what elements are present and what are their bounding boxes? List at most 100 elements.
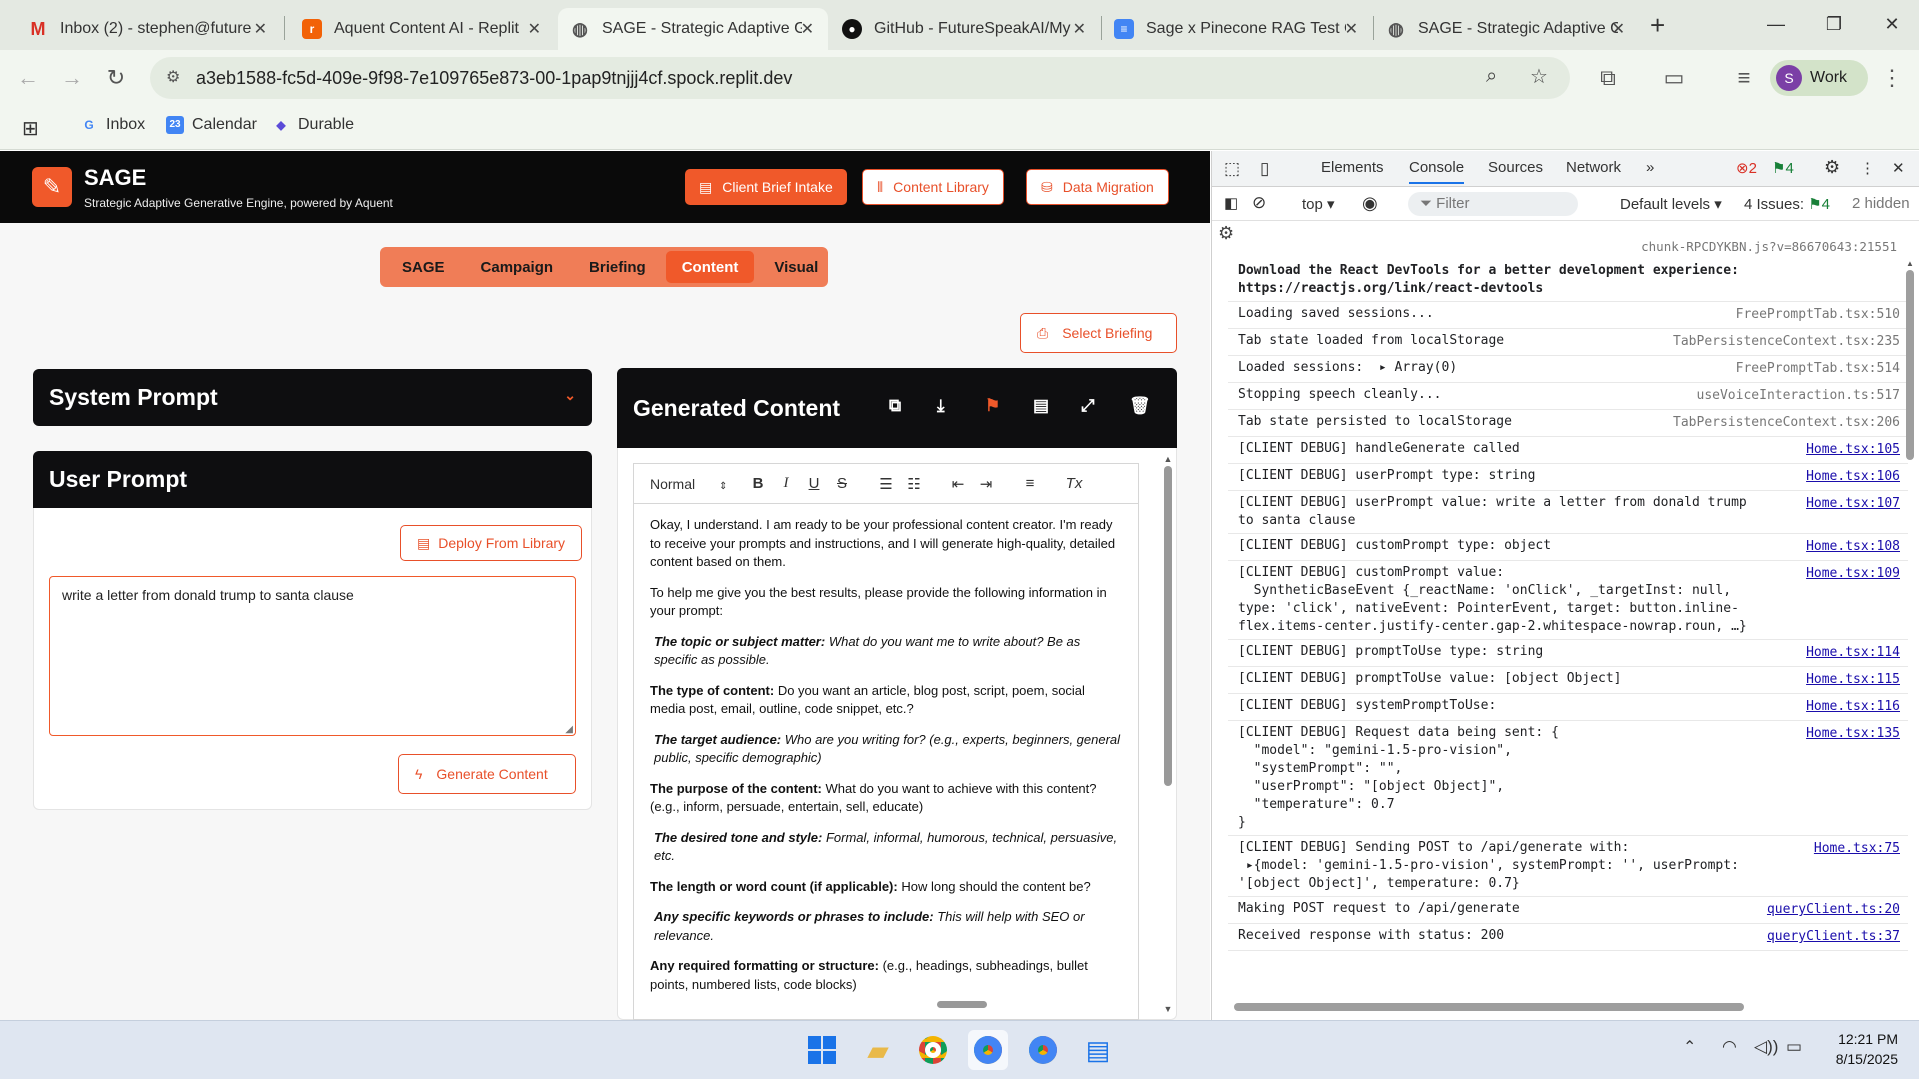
close-devtools-icon[interactable]: ✕ [1892, 159, 1905, 177]
reload-button[interactable]: ↻ [100, 62, 132, 94]
italic-icon[interactable]: I [772, 475, 800, 492]
log-source-link[interactable]: useVoiceInteraction.ts:517 [1697, 387, 1901, 405]
tab-sage-active[interactable]: ◍ SAGE - Strategic Adaptive G ✕ [558, 8, 828, 50]
settings-icon[interactable]: ⚙ [1824, 157, 1840, 178]
issues-button[interactable]: 4 Issues: ⚑4 [1744, 195, 1830, 213]
profile-button[interactable]: S Work [1770, 60, 1868, 96]
close-icon[interactable]: ✕ [801, 19, 814, 39]
client-brief-intake-button[interactable]: ▤ Client Brief Intake [685, 169, 847, 205]
tab-content[interactable]: Content [665, 251, 755, 283]
tab-google-docs[interactable]: ≡ Sage x Pinecone RAG Test C ✕ [1102, 8, 1372, 50]
apps-icon[interactable]: ⊞ [22, 116, 39, 141]
log-source-link[interactable]: queryClient.ts:20 [1767, 901, 1900, 919]
chevron-down-icon[interactable]: ⌄ [564, 387, 576, 404]
error-count[interactable]: ⊗2 [1736, 159, 1757, 177]
device-toggle-icon[interactable]: ▯ [1260, 159, 1269, 179]
deploy-from-library-button[interactable]: ▤ Deploy From Library [400, 525, 583, 561]
more-icon[interactable]: ⋮ [1860, 159, 1875, 177]
eye-icon[interactable]: ◉ [1362, 193, 1378, 214]
log-source-link[interactable]: Home.tsx:116 [1806, 698, 1900, 716]
chevron-up-icon[interactable]: ⌃ [1683, 1037, 1696, 1057]
tab-replit[interactable]: r Aquent Content AI - Replit ✕ [290, 8, 555, 50]
close-icon[interactable]: ✕ [1073, 19, 1086, 39]
battery-icon[interactable]: ▭ [1786, 1037, 1802, 1057]
bold-icon[interactable]: B [744, 475, 772, 492]
outdent-icon[interactable]: ⇤ [944, 475, 972, 493]
chrome-work-icon[interactable] [968, 1030, 1008, 1070]
tab-briefing[interactable]: Briefing [573, 251, 662, 283]
filter-input[interactable]: ⏷ Filter [1408, 192, 1578, 216]
log-source-link[interactable]: FreePromptTab.tsx:514 [1736, 360, 1900, 378]
menu-icon[interactable]: ⋮ [1876, 62, 1908, 94]
message-count[interactable]: ⚑4 [1772, 159, 1794, 177]
address-bar[interactable]: ⚙ a3eb1588-fc5d-409e-9f98-7e109765e873-0… [150, 57, 1570, 99]
star-icon[interactable]: ☆ [1530, 64, 1548, 89]
tab-sources[interactable]: Sources [1488, 159, 1543, 176]
select-briefing-button[interactable]: ⎙ Select Briefing [1020, 313, 1177, 353]
clear-format-icon[interactable]: Tx [1060, 475, 1088, 492]
back-button[interactable]: ← [12, 62, 44, 94]
generate-content-button[interactable]: ϟ Generate Content [398, 754, 576, 794]
log-source-link[interactable]: Home.tsx:107 [1806, 495, 1900, 513]
bullet-list-icon[interactable]: ☷ [900, 475, 928, 493]
chrome-profile-icon[interactable] [1023, 1030, 1063, 1070]
underline-icon[interactable]: U [800, 475, 828, 492]
tab-sage[interactable]: SAGE [386, 251, 461, 283]
align-icon[interactable]: ≡ [1016, 475, 1044, 492]
more-tabs-icon[interactable]: » [1646, 159, 1654, 176]
tab-elements[interactable]: Elements [1321, 159, 1384, 176]
file-explorer-icon[interactable]: ▰ [858, 1030, 898, 1070]
log-source-link[interactable]: Home.tsx:114 [1806, 644, 1900, 662]
clear-console-icon[interactable]: ⊘ [1252, 193, 1266, 213]
sidebar-toggle-icon[interactable]: ◧ [1224, 194, 1238, 212]
close-window-button[interactable]: ✕ [1868, 6, 1916, 42]
format-select[interactable]: Normal ⇕ [650, 476, 734, 492]
cast-icon[interactable]: ▭ [1658, 62, 1690, 94]
chrome-icon[interactable] [913, 1030, 953, 1070]
indent-icon[interactable]: ⇥ [972, 475, 1000, 493]
close-icon[interactable]: ✕ [1612, 19, 1625, 39]
log-source-link[interactable]: Home.tsx:106 [1806, 468, 1900, 486]
download-icon[interactable]: ⤓ [937, 396, 945, 416]
ordered-list-icon[interactable]: ☰ [872, 475, 900, 493]
log-source-link[interactable]: Home.tsx:108 [1806, 538, 1900, 556]
log-source-link[interactable]: Home.tsx:115 [1806, 671, 1900, 689]
bookmark-calendar[interactable]: 23 Calendar [166, 116, 257, 134]
context-select[interactable]: top ▾ [1302, 195, 1335, 213]
file-icon[interactable]: ▤ [1033, 396, 1049, 416]
notepad-icon[interactable]: ▤ [1078, 1030, 1118, 1070]
tab-gmail[interactable]: M Inbox (2) - stephen@future ✕ [16, 8, 281, 50]
log-source-link[interactable]: queryClient.ts:37 [1767, 928, 1900, 946]
system-prompt-header[interactable]: System Prompt ⌄ [33, 369, 592, 426]
log-source-link[interactable]: Home.tsx:135 [1806, 725, 1900, 743]
console-settings-icon[interactable]: ⚙ [1218, 223, 1234, 244]
tab-visual[interactable]: Visual [758, 251, 834, 283]
extensions-icon[interactable]: ⧉ [1592, 62, 1624, 94]
strikethrough-icon[interactable]: S [828, 475, 856, 492]
zoom-search-icon[interactable]: ⌕ [1486, 65, 1497, 88]
copy-icon[interactable]: ⧉ [889, 396, 901, 416]
resize-handle-icon[interactable]: ◢ [565, 724, 573, 735]
tab-console[interactable]: Console [1409, 159, 1465, 184]
close-icon[interactable]: ✕ [1345, 19, 1358, 39]
volume-icon[interactable]: ◁)) [1754, 1037, 1778, 1057]
log-source-link[interactable]: FreePromptTab.tsx:510 [1736, 306, 1900, 324]
log-levels-select[interactable]: Default levels ▾ [1620, 195, 1722, 213]
close-icon[interactable]: ✕ [528, 19, 541, 39]
new-tab-button[interactable]: + [1650, 10, 1665, 41]
close-icon[interactable]: ✕ [254, 19, 267, 39]
log-source-link[interactable]: TabPersistenceContext.tsx:235 [1673, 333, 1900, 351]
tab-github[interactable]: ● GitHub - FutureSpeakAI/My ✕ [830, 8, 1100, 50]
bookmark-durable[interactable]: ◆ Durable [272, 116, 354, 134]
expand-icon[interactable]: ⤢ [1081, 396, 1095, 416]
console-scrollbar[interactable]: ▲ [1906, 259, 1916, 759]
horizontal-scrollbar[interactable] [937, 1001, 987, 1008]
console-hscrollbar[interactable] [1234, 1003, 1744, 1011]
forward-button[interactable]: → [56, 62, 88, 94]
data-migration-button[interactable]: ⛁ Data Migration [1026, 169, 1169, 205]
log-source-link[interactable]: Home.tsx:109 [1806, 565, 1900, 583]
windows-start-icon[interactable] [802, 1030, 842, 1070]
inspect-icon[interactable]: ⬚ [1224, 159, 1240, 179]
trash-icon[interactable]: 🗑 [1129, 396, 1151, 416]
wifi-icon[interactable]: ◠ [1722, 1037, 1737, 1057]
